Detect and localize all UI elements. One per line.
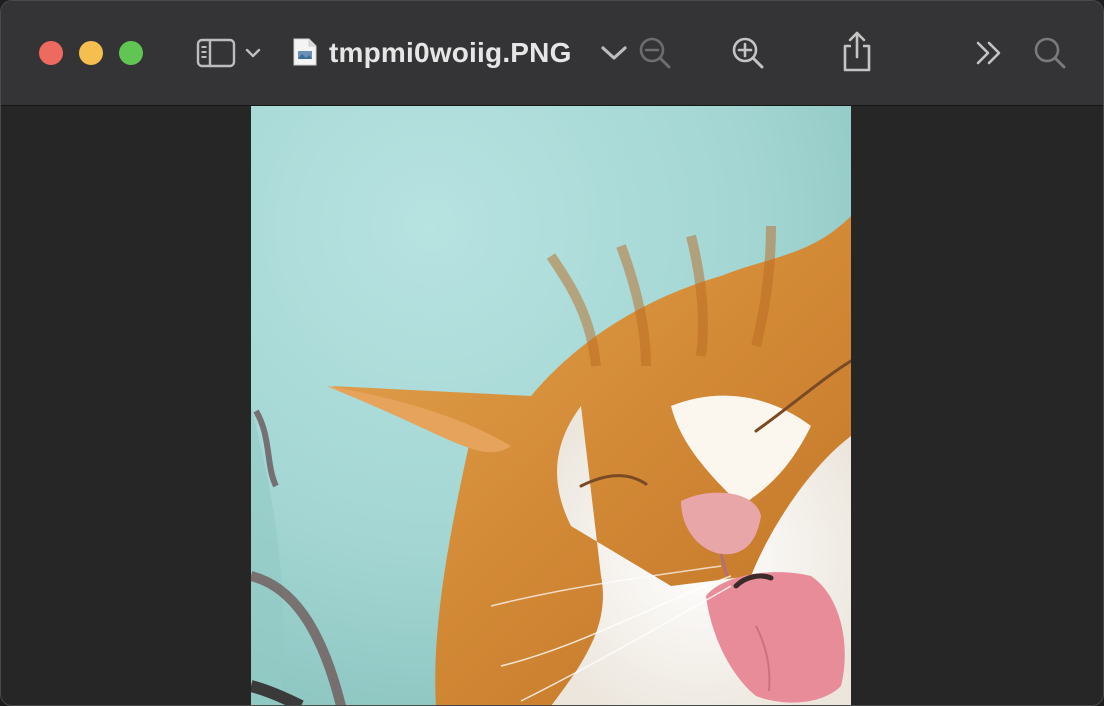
zoom-out-button[interactable] [637, 35, 673, 71]
chevron-down-icon [245, 48, 261, 58]
chevron-down-icon [600, 44, 628, 62]
sidebar-toggle-button[interactable] [195, 37, 237, 69]
document-title[interactable]: tmpmi0woiig.PNG [329, 35, 572, 71]
zoom-button[interactable] [119, 41, 143, 65]
search-button[interactable] [1032, 35, 1068, 71]
cat-photo [251, 106, 851, 705]
share-button[interactable] [839, 29, 875, 73]
title-bar[interactable]: tmpmi0woiig.PNG [1, 1, 1103, 106]
double-chevron-right-icon [974, 40, 1004, 66]
zoom-in-icon [731, 36, 765, 70]
title-menu-button[interactable] [599, 41, 629, 65]
sidebar-menu-button[interactable] [244, 45, 262, 61]
image-viewport[interactable] [1, 106, 1103, 705]
zoom-in-button[interactable] [730, 35, 766, 71]
preview-window: tmpmi0woiig.PNG [0, 0, 1104, 706]
zoom-out-icon [638, 36, 672, 70]
close-button[interactable] [39, 41, 63, 65]
png-document-icon [292, 37, 318, 67]
search-icon [1033, 36, 1067, 70]
share-icon [841, 30, 873, 72]
sidebar-icon [196, 38, 236, 68]
more-tools-button[interactable] [973, 39, 1005, 67]
minimize-button[interactable] [79, 41, 103, 65]
